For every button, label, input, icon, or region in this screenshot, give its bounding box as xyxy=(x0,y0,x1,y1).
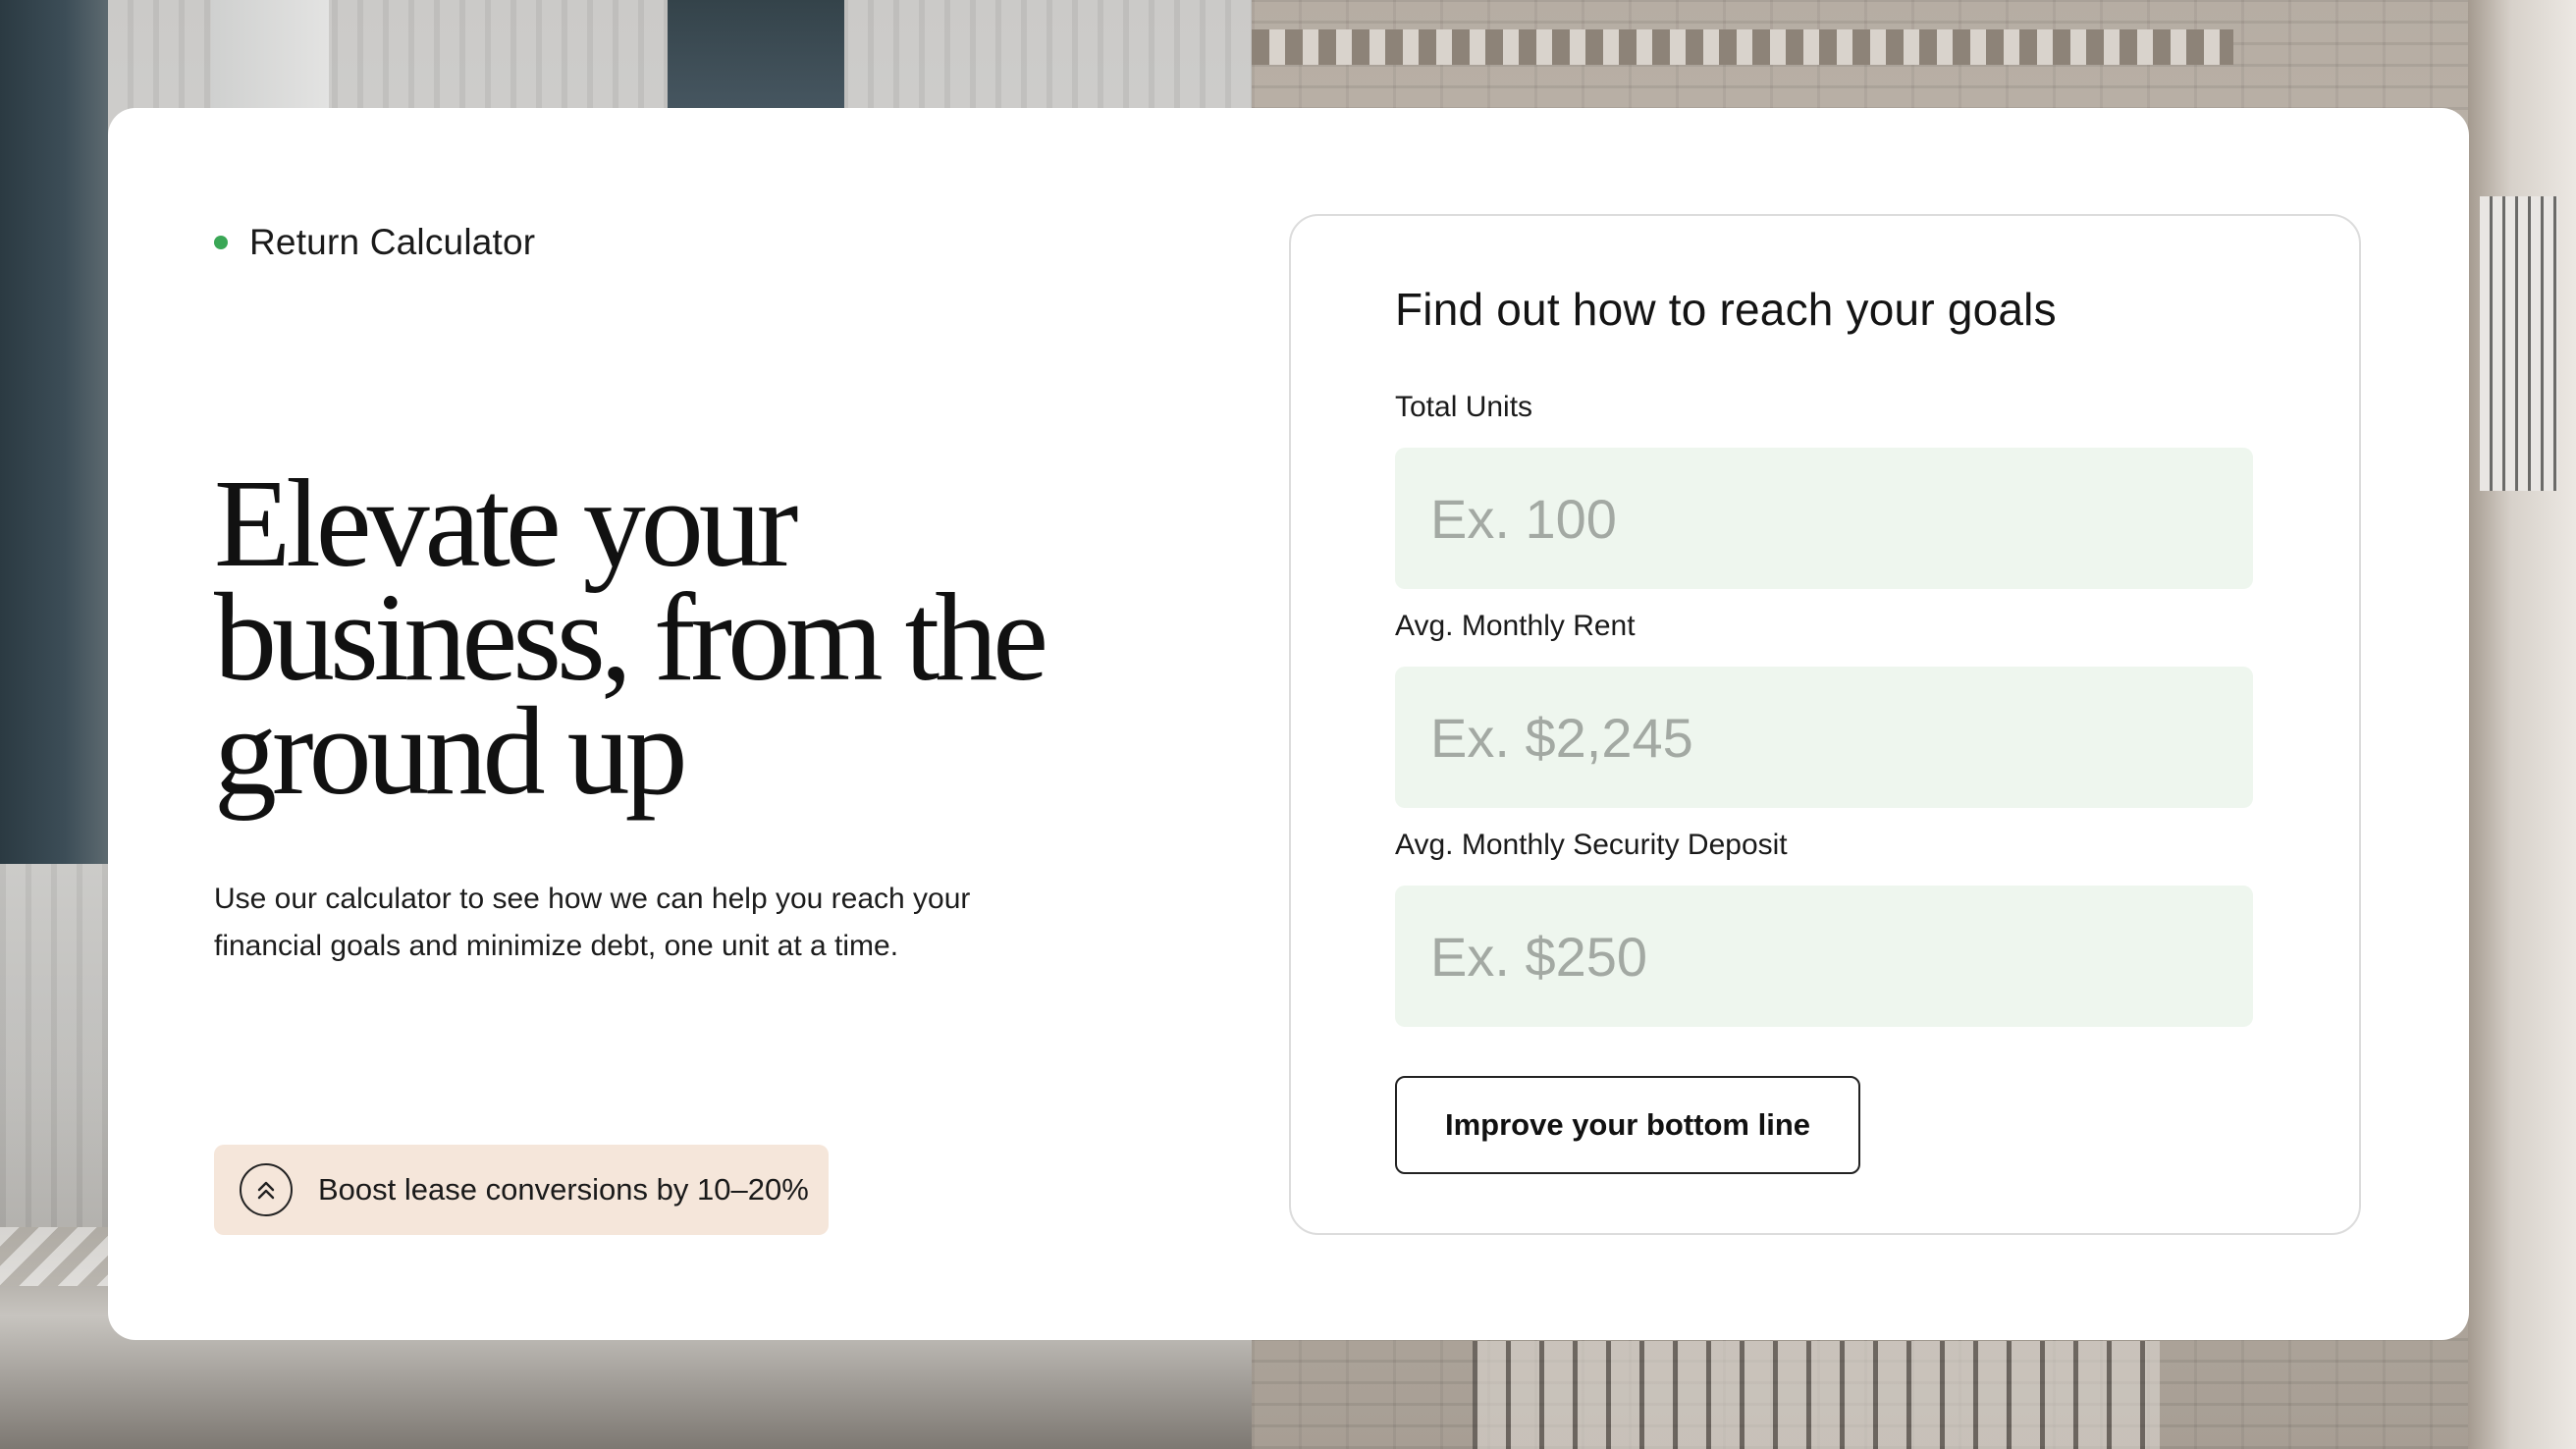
section-eyebrow: Return Calculator xyxy=(214,222,535,263)
form-title: Find out how to reach your goals xyxy=(1395,284,2057,335)
improve-bottom-line-button[interactable]: Improve your bottom line xyxy=(1395,1076,1860,1174)
eyebrow-label: Return Calculator xyxy=(249,222,536,262)
background-dark-door xyxy=(0,0,108,864)
background-window xyxy=(668,0,844,108)
hero-title: Elevate your business, from the ground u… xyxy=(214,454,1048,821)
double-chevron-up-icon xyxy=(240,1163,293,1216)
background-fire-escape xyxy=(1473,1341,2160,1449)
background-pillar xyxy=(211,0,329,108)
calculator-card: Return Calculator Elevate your business,… xyxy=(108,108,2469,1340)
boost-label: Boost lease conversions by 10–20% xyxy=(318,1172,809,1207)
boost-badge: Boost lease conversions by 10–20% xyxy=(214,1145,829,1235)
avg-security-deposit-input[interactable] xyxy=(1395,886,2253,1027)
calculator-form: Find out how to reach your goals Total U… xyxy=(1289,214,2361,1235)
avg-monthly-rent-input[interactable] xyxy=(1395,667,2253,808)
status-dot-icon xyxy=(214,236,228,249)
total-units-input[interactable] xyxy=(1395,448,2253,589)
hero-description: Use our calculator to see how we can hel… xyxy=(214,883,971,962)
background-cornice xyxy=(1252,29,2233,65)
avg-monthly-rent-label: Avg. Monthly Rent xyxy=(1395,610,1636,642)
total-units-label: Total Units xyxy=(1395,391,1533,423)
background-right-window xyxy=(2480,196,2558,491)
avg-security-deposit-label: Avg. Monthly Security Deposit xyxy=(1395,829,1788,861)
